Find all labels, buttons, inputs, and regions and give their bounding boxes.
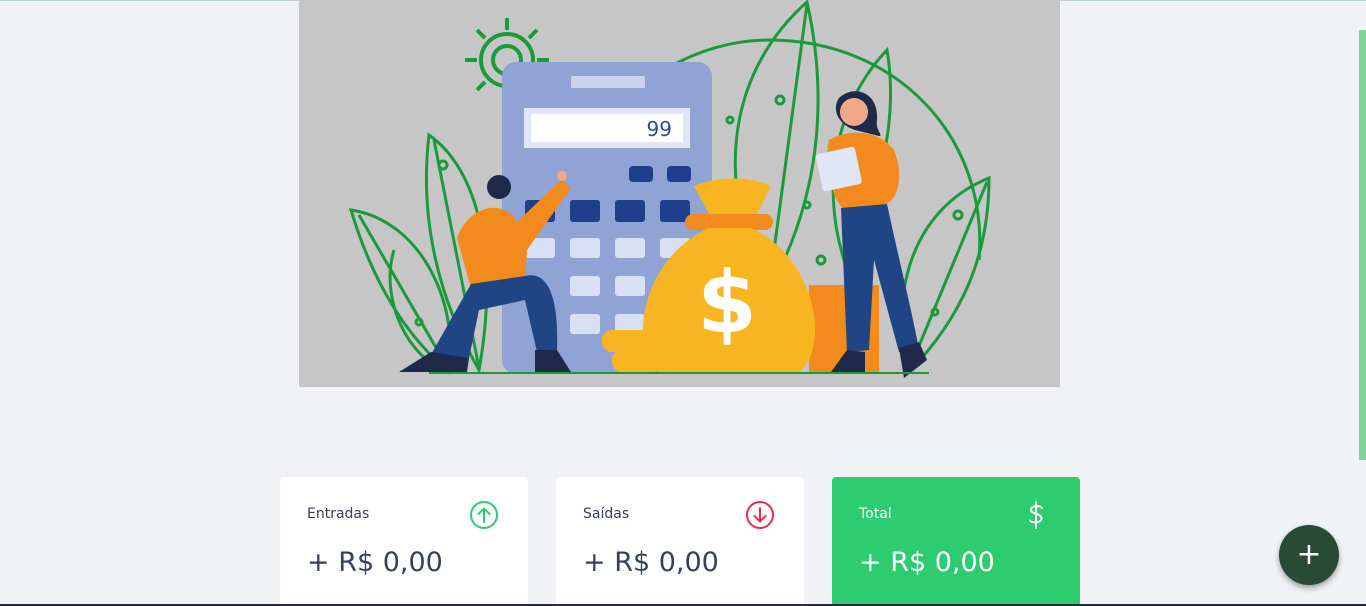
expense-value: + R$ 0,00 [583, 547, 719, 578]
hero-illustration: 99 $ [299, 0, 1060, 387]
arrow-up-circle-icon [470, 501, 498, 529]
calculator-display: 99 [647, 117, 672, 141]
dollar-sign-icon [1029, 501, 1043, 529]
expense-label: Saídas [583, 506, 630, 522]
expense-card: Saídas + R$ 0,00 [556, 477, 804, 606]
income-label: Entradas [307, 506, 370, 522]
total-card: Total + R$ 0,00 [832, 477, 1080, 606]
income-value: + R$ 0,00 [307, 547, 443, 578]
total-label: Total [859, 506, 892, 522]
total-value: + R$ 0,00 [859, 547, 995, 578]
svg-text:$: $ [697, 253, 757, 353]
scrollbar-track[interactable] [1359, 30, 1366, 460]
income-card: Entradas + R$ 0,00 [280, 477, 528, 606]
add-transaction-button[interactable]: + [1279, 525, 1339, 585]
finance-illustration: 99 $ [348, 0, 991, 378]
summary-cards: Entradas + R$ 0,00 Saídas + R$ 0,00 Tota… [280, 477, 1080, 606]
arrow-down-circle-icon [746, 501, 774, 529]
